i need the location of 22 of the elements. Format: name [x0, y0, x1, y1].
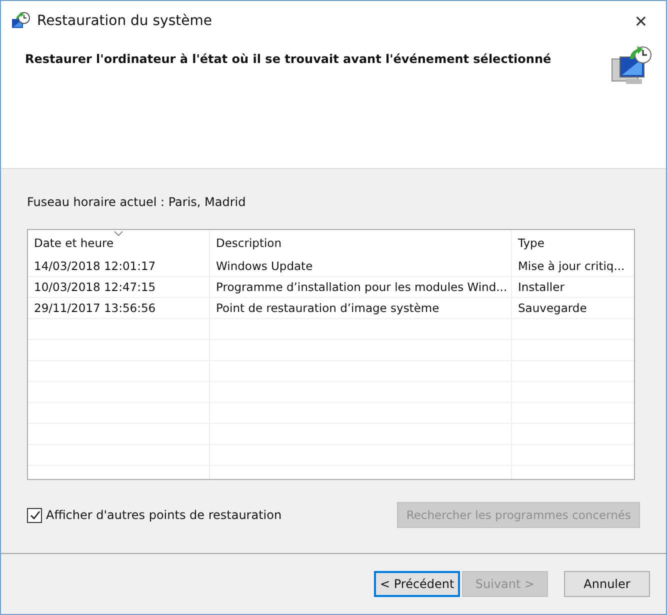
table-cell[interactable]: Mise à jour critiq... — [512, 256, 633, 276]
table-cell[interactable]: 10/03/2018 12:47:15 — [28, 277, 210, 297]
column-header[interactable]: Type — [512, 230, 633, 256]
table-cell[interactable]: Sauvegarde — [512, 298, 633, 318]
table-cell[interactable]: Windows Update — [210, 256, 512, 276]
table-cell[interactable]: Programme d’installation pour les modules Wind... — [210, 277, 512, 297]
column-header[interactable]: Description — [210, 230, 512, 256]
checkbox-label[interactable]: Afficher d'autres points de restauration — [46, 508, 282, 522]
table-cell[interactable]: Point de restauration d’image système — [210, 298, 512, 318]
table-cell[interactable]: 14/03/2018 12:01:17 — [28, 256, 210, 276]
wizard-button[interactable]: < Précédent — [374, 571, 460, 597]
table-cell[interactable]: Installer — [512, 277, 633, 297]
checkbox[interactable] — [27, 508, 42, 522]
table-cell[interactable]: 29/11/2017 13:56:56 — [28, 298, 210, 318]
timezone-text: Fuseau horaire actuel : Paris, Madrid — [27, 195, 247, 209]
system-restore-icon — [11, 11, 31, 31]
close-button[interactable]: ✕ — [626, 10, 656, 32]
page-heading: Restaurer l'ordinateur à l'état où il se trouvait avant l'événement sélectionné — [25, 52, 552, 66]
column-header[interactable]: Date et heure — [28, 230, 210, 256]
window-title: Restauration du système — [37, 13, 213, 29]
wizard-button[interactable]: Annuler — [564, 571, 650, 597]
sort-caret-icon — [114, 231, 123, 236]
